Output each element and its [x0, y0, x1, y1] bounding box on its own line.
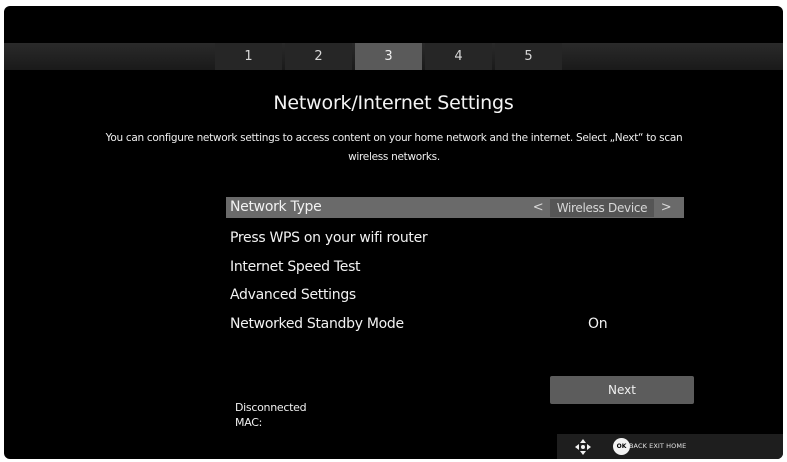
step-2: 2 — [285, 43, 352, 70]
step-1: 1 — [215, 43, 282, 70]
nav-arrows-icon — [575, 439, 591, 455]
menu-item-speed-test[interactable]: Internet Speed Test — [226, 254, 684, 283]
connection-state: Disconnected — [235, 401, 307, 414]
menu-item-networked-standby[interactable]: Networked Standby Mode On — [226, 311, 684, 340]
settings-menu: Network Type < Wireless Device > Press W… — [226, 197, 684, 340]
network-type-label: Network Type — [230, 199, 322, 215]
step-4: 4 — [425, 43, 492, 70]
wps-label: Press WPS on your wifi router — [230, 230, 428, 246]
menu-item-wps[interactable]: Press WPS on your wifi router — [226, 225, 684, 254]
remote-hint-bar: OK BACK EXIT HOME — [557, 434, 783, 459]
page-title: Network/Internet Settings — [273, 92, 514, 114]
tv-screen: 1 2 3 4 5 Network/Internet Settings You … — [4, 6, 783, 459]
left-arrow-icon[interactable]: < — [526, 197, 550, 218]
networked-standby-label: Networked Standby Mode — [230, 316, 404, 333]
right-arrow-icon[interactable]: > — [654, 197, 678, 218]
page-description: You can configure network settings to ac… — [105, 132, 683, 163]
step-5: 5 — [495, 43, 562, 70]
menu-item-advanced-settings[interactable]: Advanced Settings — [226, 282, 684, 311]
ok-button-icon: OK — [613, 438, 630, 455]
next-button[interactable]: Next — [550, 376, 694, 404]
advanced-settings-label: Advanced Settings — [230, 287, 356, 304]
speed-test-label: Internet Speed Test — [230, 258, 361, 275]
step-3-active: 3 — [355, 43, 422, 70]
connection-status: Disconnected MAC: — [235, 400, 307, 430]
menu-item-network-type[interactable]: Network Type < Wireless Device > — [226, 197, 684, 218]
footer-hint-text: BACK EXIT HOME — [629, 442, 687, 450]
mac-address-label: MAC: — [235, 416, 263, 429]
wizard-step-bar: 1 2 3 4 5 — [4, 43, 783, 70]
networked-standby-value: On — [588, 316, 608, 333]
network-type-selector[interactable]: < Wireless Device > — [526, 197, 678, 218]
network-type-value: Wireless Device — [550, 198, 654, 217]
